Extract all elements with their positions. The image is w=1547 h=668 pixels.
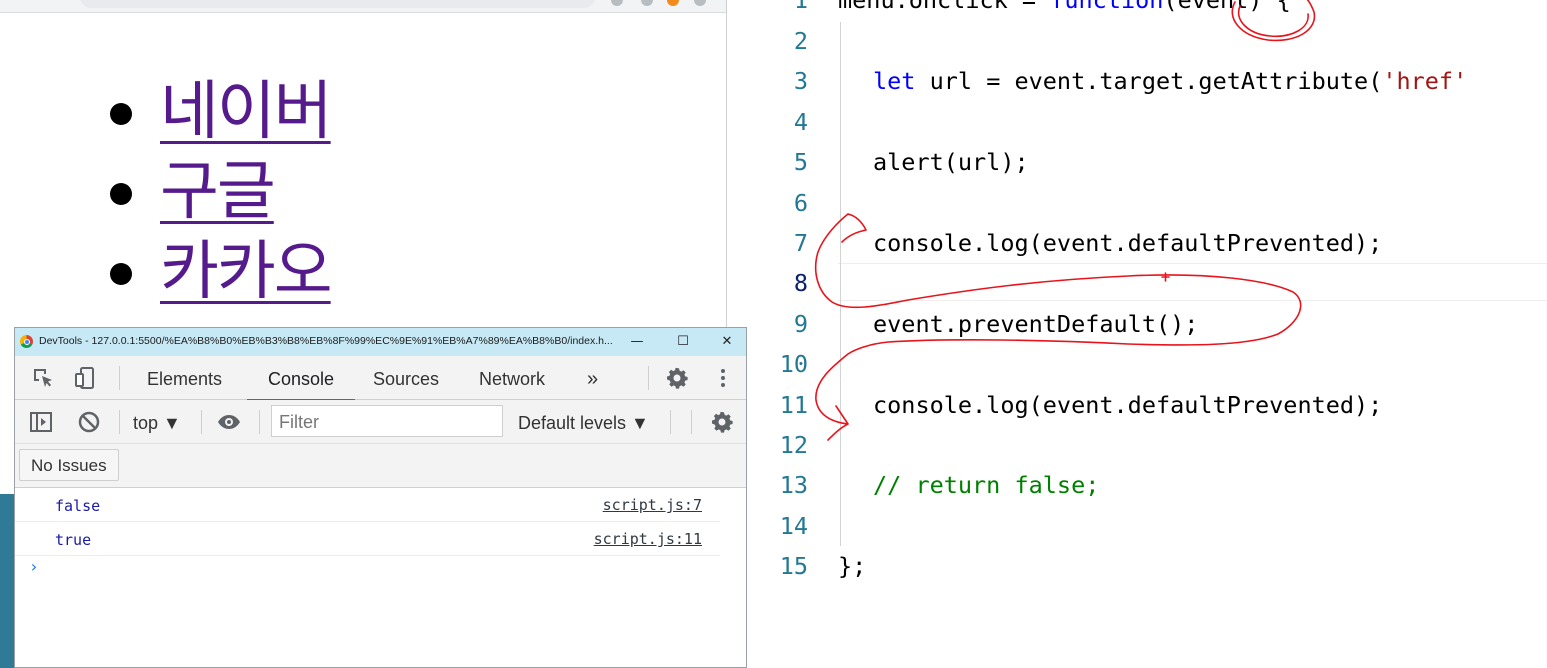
profile-icon[interactable] (667, 0, 679, 6)
bullet-icon (110, 263, 132, 285)
line-number: 7 (793, 229, 808, 257)
link-kakao[interactable]: 카카오 (160, 235, 333, 309)
list-item: 카카오 (100, 232, 333, 312)
inspect-icon[interactable] (31, 366, 55, 390)
bullet-icon (110, 103, 132, 125)
divider (670, 410, 671, 434)
console-log-row: true script.js:11 (15, 522, 720, 556)
gear-icon[interactable] (665, 366, 689, 390)
maximize-button[interactable]: ☐ (668, 331, 698, 353)
list-item: 구글 (100, 152, 331, 232)
tab-network[interactable]: Network (479, 356, 545, 399)
line-number: 6 (793, 189, 808, 217)
line-number: 14 (779, 512, 808, 540)
filter-input[interactable] (271, 405, 503, 437)
line-number: 10 (779, 350, 808, 378)
divider (648, 366, 649, 390)
issues-button[interactable]: No Issues (19, 449, 119, 481)
link-list: 네이버 구글 카카오 (100, 72, 333, 312)
browser-toolbar (0, 0, 726, 13)
code-line-7: console.log(event.defaultPrevented); (873, 229, 1383, 257)
line-number: 11 (779, 391, 808, 419)
code-token: url = event.target.getAttribute( (915, 67, 1383, 95)
console-log-row: false script.js:7 (15, 488, 720, 522)
issues-bar: No Issues (15, 444, 746, 488)
code-line-1: menu.onclick = function(event) { (838, 0, 1291, 14)
indent-guide (840, 22, 841, 546)
line-number: 3 (793, 67, 808, 95)
code-line-13: // return false; (873, 471, 1100, 499)
console-prompt[interactable]: › (29, 557, 39, 576)
divider (259, 410, 260, 434)
code-token: (event) { (1163, 0, 1291, 14)
divider (119, 410, 120, 434)
tab-console[interactable]: Console (247, 356, 355, 401)
code-line-11: console.log(event.defaultPrevented); (873, 391, 1383, 419)
divider (691, 410, 692, 434)
line-number: 12 (779, 431, 808, 459)
chrome-logo-icon (20, 335, 33, 348)
tab-elements[interactable]: Elements (147, 356, 222, 399)
bullet-icon (110, 183, 132, 205)
console-filterbar: top ▼ Default levels ▼ (15, 400, 746, 444)
line-number: 9 (793, 310, 808, 338)
eye-icon[interactable] (217, 410, 241, 434)
link-naver[interactable]: 네이버 (160, 75, 333, 149)
log-source-link[interactable]: script.js:7 (603, 496, 702, 514)
line-number: 13 (779, 471, 808, 499)
log-source-link[interactable]: script.js:11 (594, 530, 702, 548)
log-value: true (55, 531, 92, 549)
more-tabs-button[interactable]: » (587, 356, 598, 399)
string-token: 'href' (1382, 67, 1468, 95)
minimize-button[interactable]: — (622, 331, 652, 353)
code-editor[interactable]: 1 2 3 4 5 6 7 8 9 10 11 12 13 14 15 menu… (748, 0, 1547, 668)
line-number: 15 (779, 552, 808, 580)
code-token: menu.onclick = (838, 0, 1051, 14)
log-levels-dropdown[interactable]: Default levels ▼ (518, 413, 649, 434)
line-number: 8 (793, 269, 808, 297)
link-google[interactable]: 구글 (160, 155, 276, 229)
sidebar-toggle-icon[interactable] (29, 410, 53, 434)
code-line-9: event.preventDefault(); (873, 310, 1199, 338)
extension-icon[interactable] (611, 0, 623, 6)
code-line-15: }; (838, 552, 867, 580)
line-number: 1 (793, 0, 808, 14)
kebab-menu-icon[interactable] (711, 366, 735, 390)
line-number: 4 (793, 108, 808, 136)
menu-icon[interactable] (694, 0, 706, 6)
devtools-window: DevTools - 127.0.0.1:5500/%EA%B8%B0%EB%B… (14, 327, 747, 668)
address-bar[interactable] (80, 0, 595, 8)
line-number: 5 (793, 148, 808, 176)
line-number: 2 (793, 27, 808, 55)
keyword-token: let (873, 67, 916, 95)
devtools-title: DevTools - 127.0.0.1:5500/%EA%B8%B0%EB%B… (39, 335, 613, 347)
tab-sources[interactable]: Sources (373, 356, 439, 399)
bookmark-icon[interactable] (641, 0, 653, 6)
divider (201, 410, 202, 434)
close-button[interactable]: ✕ (712, 331, 742, 353)
device-toggle-icon[interactable] (73, 366, 97, 390)
devtools-titlebar[interactable]: DevTools - 127.0.0.1:5500/%EA%B8%B0%EB%B… (15, 328, 746, 356)
settings-gear-icon[interactable] (710, 410, 734, 434)
keyword-token: function (1050, 0, 1164, 14)
devtools-tabbar: Elements Console Sources Network » (15, 356, 746, 401)
context-selector[interactable]: top ▼ (133, 413, 181, 434)
code-line-3: let url = event.target.getAttribute('hre… (873, 67, 1467, 95)
current-line-highlight (838, 263, 1547, 301)
code-line-5: alert(url); (873, 148, 1029, 176)
log-value: false (55, 497, 101, 515)
list-item: 네이버 (100, 72, 333, 152)
clear-console-icon[interactable] (77, 410, 101, 434)
divider (119, 366, 120, 390)
